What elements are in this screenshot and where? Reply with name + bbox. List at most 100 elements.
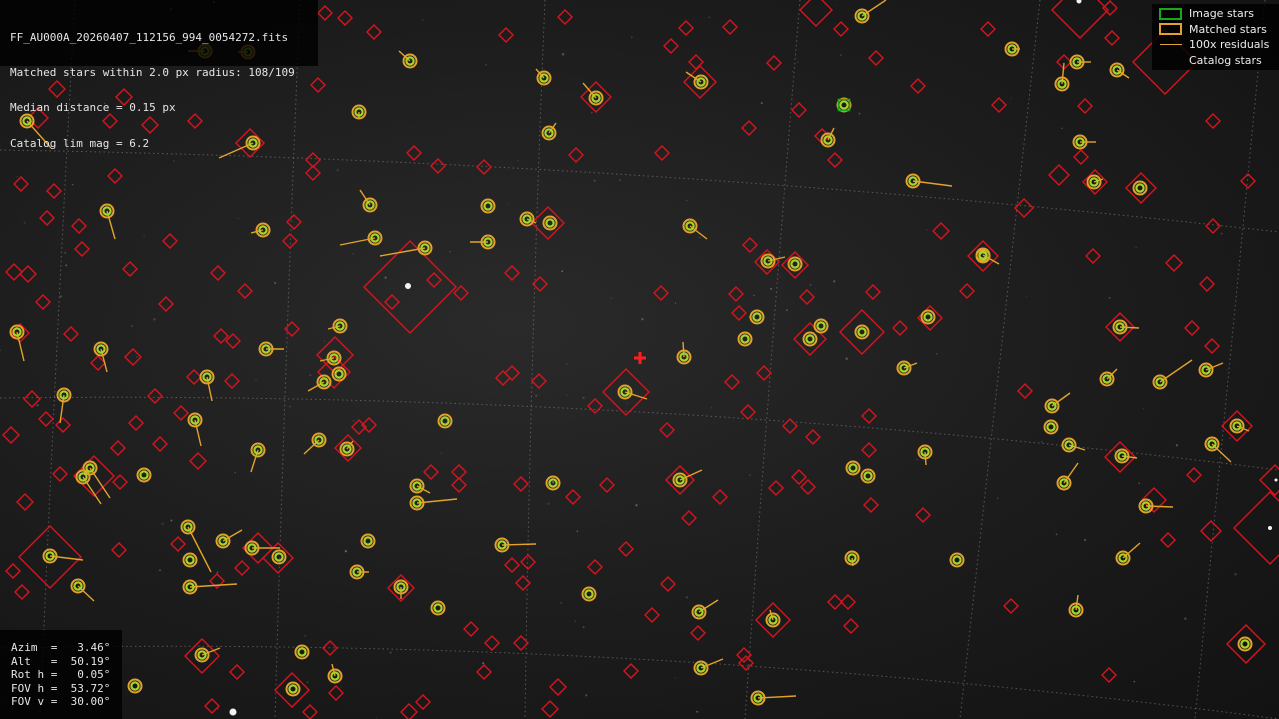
faint-star (216, 571, 219, 574)
catalog-star-marker (274, 672, 310, 708)
catalog-star-marker (728, 286, 744, 302)
image-star-centroid (740, 334, 750, 344)
faint-star (352, 252, 354, 255)
faint-star (997, 497, 999, 499)
alt-label: Alt (11, 654, 31, 668)
faint-star (845, 357, 848, 360)
catalog-star-marker (423, 464, 439, 480)
catalog-star-marker (827, 594, 843, 610)
catalog-star-marker (722, 19, 738, 35)
catalog-star-marker (840, 594, 856, 610)
image-star-centroid (139, 470, 149, 480)
catalog-star-marker (843, 618, 859, 634)
catalog-star-marker (14, 584, 30, 600)
grid-line (1194, 0, 1266, 719)
catalog-star-marker (19, 265, 37, 283)
catalog-star-marker (1017, 383, 1033, 399)
catalog-star-marker (991, 97, 1007, 113)
matched-stars-text: Matched stars within 2.0 px radius: 108/… (10, 65, 295, 79)
catalog-star-marker (124, 348, 142, 366)
catalog-star-marker (147, 388, 163, 404)
star-field-canvas[interactable]: FF_AU000A_20260407_112156_994_0054272.fi… (0, 0, 1279, 719)
catalog-star-marker (463, 621, 479, 637)
faint-star (631, 36, 633, 39)
faint-star (1061, 127, 1063, 130)
faint-star (71, 183, 74, 186)
catalog-star-marker (2, 426, 20, 444)
faint-star (770, 287, 773, 290)
pointing-info-panel: Azim = 3.46° Alt = 50.19° Rot h = 0.05° … (0, 630, 122, 719)
faint-star (610, 297, 612, 299)
catalog-star-marker (742, 237, 758, 253)
legend: Image stars Matched stars 100x residuals… (1152, 4, 1279, 70)
faint-star (508, 203, 509, 205)
faint-star (1084, 539, 1086, 541)
faint-star (593, 179, 596, 182)
faint-star (234, 472, 236, 474)
grid-line (959, 0, 1041, 719)
catalog-star-marker (541, 700, 559, 718)
faint-star (535, 394, 538, 397)
faint-star (696, 710, 699, 713)
faint-star (255, 378, 257, 381)
image-star-centroid (863, 471, 873, 481)
faint-star (641, 317, 644, 321)
catalog-star-marker (504, 557, 520, 573)
catalog-star-marker (35, 294, 51, 310)
rot-label: Rot h (11, 668, 45, 682)
fits-filename: FF_AU000A_20260407_112156_994_0054272.fi… (10, 30, 289, 44)
legend-matched-stars-label: Matched stars (1189, 22, 1267, 36)
faint-star (485, 64, 488, 66)
catalog-star-marker (1199, 276, 1215, 292)
catalog-star-marker (170, 536, 186, 552)
catalog-star-marker (406, 145, 422, 161)
faint-star (449, 251, 451, 253)
catalog-star-marker (644, 607, 660, 623)
legend-residuals-label: 100x residuals (1189, 38, 1270, 52)
catalog-star-marker (5, 563, 21, 579)
catalog-star-marker (16, 493, 34, 511)
faint-star (130, 324, 134, 328)
catalog-star-marker (426, 272, 442, 288)
catalog-star-marker (317, 5, 333, 21)
catalog-star-marker (504, 265, 520, 281)
catalog-star-marker (793, 322, 827, 356)
catalog-star-marker (152, 436, 168, 452)
faint-star (685, 199, 688, 202)
bright-star (1268, 526, 1272, 530)
catalog-star-marker (618, 541, 634, 557)
faint-star (1055, 533, 1058, 536)
faint-star (323, 340, 325, 342)
grid-line (0, 645, 1279, 719)
faint-star (1135, 247, 1137, 249)
faint-star (517, 159, 519, 162)
catalog-star-marker (430, 158, 446, 174)
faint-star (551, 480, 555, 484)
image-star-centroid (433, 603, 443, 613)
catalog-star-marker (1125, 172, 1157, 204)
faint-star (1026, 295, 1028, 297)
catalog-star-marker (587, 559, 603, 575)
residual-line (682, 341, 685, 358)
catalog-star-marker (892, 320, 908, 336)
grid-line (744, 0, 801, 719)
faint-star (1133, 680, 1136, 683)
catalog-star-marker (1051, 0, 1109, 39)
image-star-icon (1152, 7, 1189, 20)
faint-star (161, 522, 164, 525)
catalog-star-marker (827, 152, 843, 168)
catalog-star-marker (915, 507, 931, 523)
catalog-star-marker (1101, 667, 1117, 683)
catalog-star-marker (800, 479, 816, 495)
catalog-star-marker (967, 240, 999, 272)
catalog-star-marker (162, 233, 178, 249)
faint-star (16, 175, 18, 177)
catalog-star-marker (337, 10, 353, 26)
bright-star (229, 708, 237, 716)
fov-v-value: 30.00° (70, 695, 111, 709)
catalog-star-marker (210, 265, 226, 281)
image-star-centroid (857, 327, 867, 337)
catalog-star-marker (690, 625, 706, 641)
faint-star (304, 634, 307, 637)
catalog-star-marker (799, 0, 833, 27)
